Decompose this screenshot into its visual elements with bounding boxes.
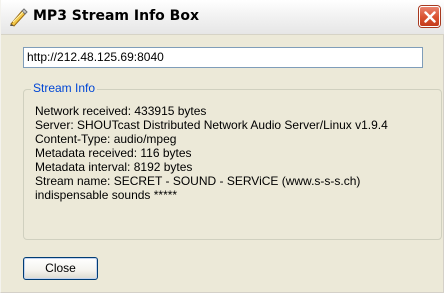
info-stream-description: indispensable sounds ***** bbox=[35, 188, 178, 202]
window-title: MP3 Stream Info Box bbox=[33, 8, 199, 24]
stream-info-lines: Network received: 433915 bytes Server: S… bbox=[35, 104, 388, 202]
info-content-type: Content-Type: audio/mpeg bbox=[35, 132, 177, 146]
info-server: Server: SHOUTcast Distributed Network Au… bbox=[35, 118, 388, 132]
close-icon[interactable] bbox=[419, 6, 440, 27]
stream-url-field[interactable]: http://212.48.125.69:8040 bbox=[23, 47, 423, 68]
stream-info-legend: Stream Info bbox=[31, 81, 98, 95]
close-button[interactable]: Close bbox=[23, 257, 98, 280]
info-network-received: Network received: 433915 bytes bbox=[35, 104, 207, 118]
title-bar[interactable]: MP3 Stream Info Box bbox=[1, 0, 444, 35]
info-stream-name: Stream name: SECRET - SOUND - SERViCE (w… bbox=[35, 174, 361, 188]
info-metadata-interval: Metadata interval: 8192 bytes bbox=[35, 160, 193, 174]
info-metadata-received: Metadata received: 116 bytes bbox=[35, 146, 192, 160]
mp3-stream-icon bbox=[8, 7, 28, 27]
stream-info-dialog: MP3 Stream Info Box http://212.48.125.69… bbox=[0, 0, 444, 293]
